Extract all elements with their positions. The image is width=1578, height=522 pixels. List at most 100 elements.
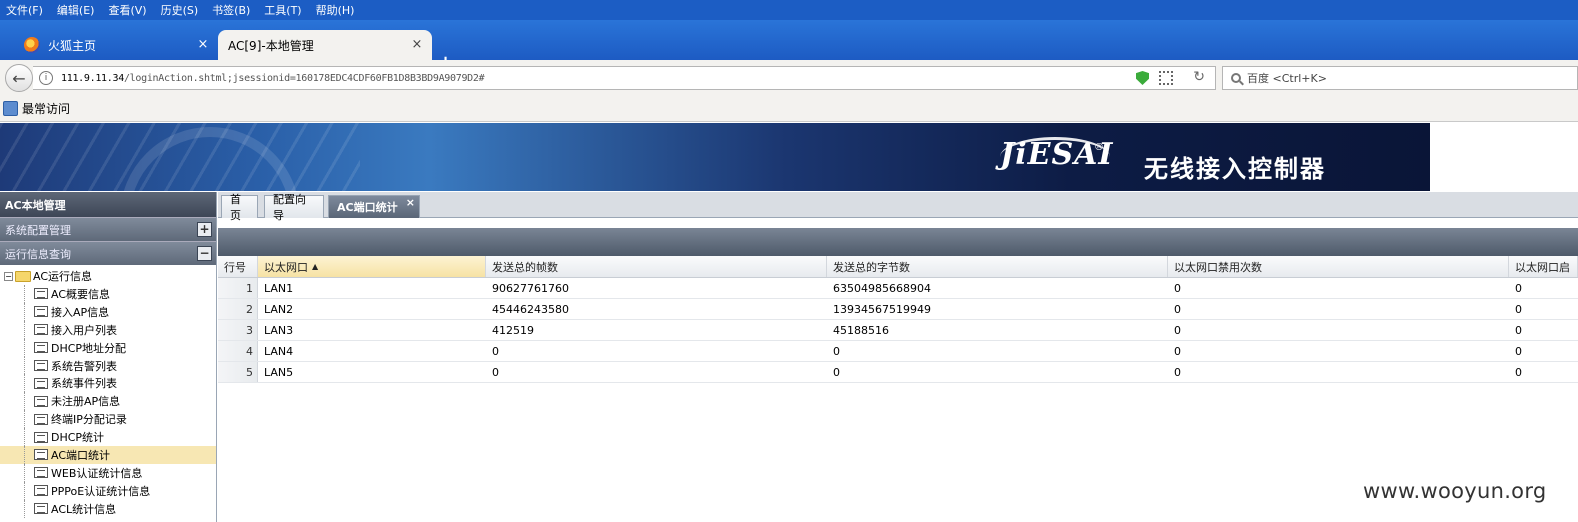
sidebar-header: AC本地管理	[0, 192, 216, 217]
tree-item-ap-info[interactable]: 接入AP信息	[0, 302, 216, 321]
cell-eth-enable: 0	[1515, 323, 1522, 337]
menu-history[interactable]: 历史(S)	[155, 2, 207, 18]
cell-eth-enable: 0	[1515, 344, 1522, 358]
cell-eth-enable: 0	[1515, 281, 1522, 295]
nav-tree: − AC运行信息 AC概要信息 接入AP信息 接入用户列表 DHCP地址分配 系…	[0, 265, 216, 518]
tab-home[interactable]: 首页	[221, 193, 258, 222]
url-host: 111.9.11.34	[61, 72, 124, 84]
tab-config-wizard[interactable]: 配置向导	[264, 193, 324, 222]
shield-icon[interactable]	[1136, 71, 1149, 85]
col-header-eth-port[interactable]: 以太网口 ▲	[258, 256, 486, 277]
back-button[interactable]: ←	[5, 64, 33, 92]
tree-root-ac-runtime[interactable]: − AC运行信息	[0, 267, 216, 285]
close-icon[interactable]: ×	[196, 37, 210, 52]
tab-ac-port-stats[interactable]: AC端口统计 ×	[328, 195, 420, 218]
banner-title: 无线接入控制器	[1144, 155, 1326, 183]
collapse-icon[interactable]: −	[197, 246, 212, 261]
qr-code-icon[interactable]	[1159, 71, 1173, 85]
tree-item-ac-summary[interactable]: AC概要信息	[0, 285, 216, 303]
expand-icon[interactable]: +	[197, 222, 212, 237]
spacer	[218, 218, 1578, 228]
menu-view[interactable]: 查看(V)	[102, 2, 154, 18]
menu-help[interactable]: 帮助(H)	[310, 2, 363, 18]
cell-tx-bytes: 63504985668904	[833, 281, 931, 295]
cell-eth-port: LAN1	[264, 281, 294, 295]
cell-disable-count: 0	[1174, 365, 1181, 379]
info-icon[interactable]: i	[39, 71, 53, 85]
cell-eth-port: LAN5	[264, 365, 294, 379]
browser-tab-label: AC[9]-本地管理	[228, 38, 314, 53]
page-icon	[34, 306, 48, 318]
tree-item-ac-port-stats[interactable]: AC端口统计	[0, 446, 216, 464]
menu-file[interactable]: 文件(F)	[0, 2, 51, 18]
tree-item-pppoe-auth-stats[interactable]: PPPoE认证统计信息	[0, 481, 216, 500]
cell-row-number: 1	[218, 278, 258, 298]
page-icon	[34, 324, 48, 336]
tree-item-terminal-ip[interactable]: 终端IP分配记录	[0, 410, 216, 429]
cell-row-number: 3	[218, 320, 258, 340]
page-icon	[34, 449, 48, 461]
sort-ascending-icon: ▲	[312, 262, 319, 271]
address-bar[interactable]: i 111.9.11.34/loginAction.shtml;jsession…	[33, 66, 1216, 90]
menu-tools[interactable]: 工具(T)	[258, 2, 309, 18]
tree-item-user-list[interactable]: 接入用户列表	[0, 320, 216, 339]
menu-bookmarks[interactable]: 书签(B)	[206, 2, 258, 18]
table-row[interactable]: 4 LAN4 0 0 0 0	[218, 341, 1578, 362]
cell-tx-bytes: 0	[833, 344, 840, 358]
table-row[interactable]: 5 LAN5 0 0 0 0	[218, 362, 1578, 383]
app-banner: JiESAI 无线接入控制器	[0, 123, 1430, 191]
tree-item-label: 系统事件列表	[51, 377, 117, 391]
tree-item-event-list[interactable]: 系统事件列表	[0, 374, 216, 393]
cell-disable-count: 0	[1174, 344, 1181, 358]
col-header-eth-enable[interactable]: 以太网口启	[1509, 256, 1578, 277]
browser-tab-ac-local-management[interactable]: AC[9]-本地管理 ×	[218, 30, 432, 60]
sidebar-section-system-config[interactable]: 系统配置管理 +	[0, 217, 216, 241]
tab-label: AC端口统计	[337, 201, 398, 214]
menu-edit[interactable]: 编辑(E)	[51, 2, 103, 18]
tree-item-label: AC概要信息	[51, 287, 111, 301]
tree-item-dhcp-allocation[interactable]: DHCP地址分配	[0, 338, 216, 357]
cell-eth-port: LAN3	[264, 323, 294, 337]
browser-tab-firefox-home[interactable]: 火狐主页 ×	[14, 30, 218, 60]
bookmark-most-visited[interactable]: 最常访问	[22, 100, 70, 117]
page-icon	[34, 360, 48, 371]
browser-tabstrip: 火狐主页 × AC[9]-本地管理 × +	[0, 20, 1578, 73]
tree-item-label: DHCP统计	[51, 431, 105, 445]
tree-item-label: 终端IP分配记录	[51, 413, 127, 427]
page-icon	[34, 431, 48, 443]
tree-item-label: ACL统计信息	[51, 502, 117, 516]
port-stats-grid: 行号 以太网口 ▲ 发送总的帧数 发送总的字节数 以太网口禁用次数 以太网口启 …	[218, 256, 1578, 383]
tree-item-unregistered-ap[interactable]: 未注册AP信息	[0, 392, 216, 411]
tree-item-web-auth-stats[interactable]: WEB认证统计信息	[0, 463, 216, 482]
table-row[interactable]: 1 LAN1 90627761760 63504985668904 0 0	[218, 278, 1578, 299]
table-row[interactable]: 3 LAN3 412519 45188516 0 0	[218, 320, 1578, 341]
close-icon[interactable]: ×	[406, 196, 415, 209]
section-label: 运行信息查询	[5, 247, 71, 261]
tree-item-alarm-list[interactable]: 系统告警列表	[0, 356, 216, 375]
banner-blank	[1430, 123, 1578, 191]
cell-disable-count: 0	[1174, 281, 1181, 295]
folder-icon	[15, 270, 31, 282]
col-header-disable-count[interactable]: 以太网口禁用次数	[1168, 256, 1509, 277]
reload-icon[interactable]: ↻	[1193, 69, 1205, 85]
search-box[interactable]: 百度 <Ctrl+K>	[1222, 66, 1578, 90]
close-icon[interactable]: ×	[410, 37, 424, 52]
tree-item-dhcp-stats[interactable]: DHCP统计	[0, 428, 216, 446]
tree-root-label: AC运行信息	[33, 270, 93, 283]
cell-tx-frames: 0	[492, 344, 499, 358]
table-row[interactable]: 2 LAN2 45446243580 13934567519949 0 0	[218, 299, 1578, 320]
sidebar: AC本地管理 系统配置管理 + 运行信息查询 − − AC运行信息 AC概要信息…	[0, 192, 217, 522]
cell-eth-port: LAN4	[264, 344, 294, 358]
tree-collapse-icon[interactable]: −	[4, 271, 13, 281]
col-header-tx-frames[interactable]: 发送总的帧数	[486, 256, 827, 277]
watermark: www.wooyun.org	[1363, 479, 1547, 503]
cell-tx-bytes: 0	[833, 365, 840, 379]
tree-item-acl-stats[interactable]: ACL统计信息	[0, 499, 216, 518]
tree-item-label: 接入用户列表	[51, 323, 117, 337]
col-header-tx-bytes[interactable]: 发送总的字节数	[827, 256, 1168, 277]
browser-menubar: 文件(F) 编辑(E) 查看(V) 历史(S) 书签(B) 工具(T) 帮助(H…	[0, 0, 1578, 20]
col-header-row-number[interactable]: 行号	[218, 256, 258, 277]
sidebar-section-runtime-info[interactable]: 运行信息查询 −	[0, 241, 216, 265]
url-path: /loginAction.shtml;jsessionid=160178EDC4…	[123, 72, 485, 84]
bookmark-folder-icon	[3, 101, 18, 116]
